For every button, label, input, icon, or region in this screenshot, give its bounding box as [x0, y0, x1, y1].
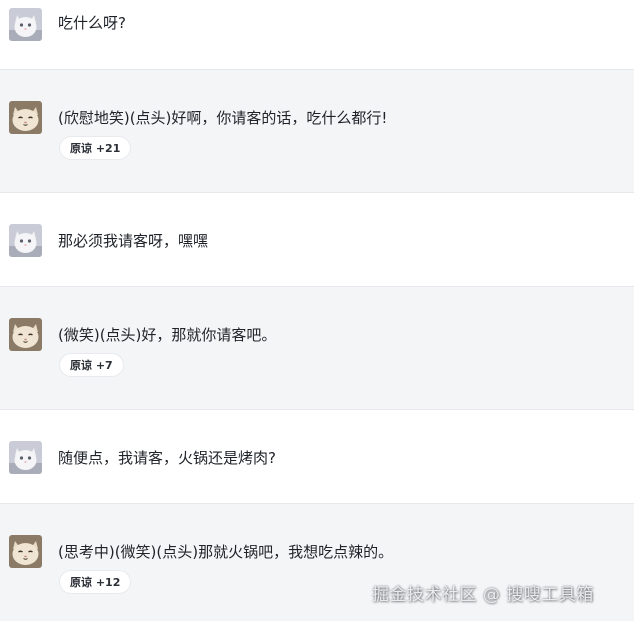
ai-avatar [9, 101, 42, 134]
cream-cat-avatar-icon [9, 318, 42, 351]
user-avatar [9, 224, 42, 257]
ai-avatar [9, 318, 42, 351]
user-message: 那必须我请客呀，嘿嘿 [0, 193, 634, 287]
user-avatar [9, 441, 42, 474]
message-text: 那必须我请客呀，嘿嘿 [58, 232, 209, 250]
forgive-score-chip: 原谅 +7 [59, 353, 124, 377]
user-message: 随便点，我请客，火锅还是烤肉? [0, 410, 634, 504]
cream-cat-avatar-icon [9, 535, 42, 568]
ai-avatar [9, 535, 42, 568]
chat-thread: 吃什么呀? (欣慰地笑)(点头)好啊，你请客的话，吃什么都行! 原谅 +21 那… [0, 0, 634, 621]
message-text: 随便点，我请客，火锅还是烤肉? [58, 449, 276, 467]
watermark: 掘金技术社区 @ 搜嗖工具箱 [372, 585, 594, 605]
message-text: (思考中)(微笑)(点头)那就火锅吧，我想吃点辣的。 [58, 543, 394, 561]
white-cat-avatar-icon [9, 8, 42, 41]
ai-message: (微笑)(点头)好，那就你请客吧。 原谅 +7 [0, 287, 634, 410]
forgive-score-chip: 原谅 +12 [59, 570, 132, 594]
message-text: 吃什么呀? [58, 14, 126, 32]
forgive-score-chip: 原谅 +21 [59, 136, 132, 160]
user-message: 吃什么呀? [0, 0, 634, 70]
cream-cat-avatar-icon [9, 101, 42, 134]
message-text: (欣慰地笑)(点头)好啊，你请客的话，吃什么都行! [58, 109, 388, 127]
white-cat-avatar-icon [9, 441, 42, 474]
user-avatar [9, 8, 42, 41]
ai-message: (欣慰地笑)(点头)好啊，你请客的话，吃什么都行! 原谅 +21 [0, 70, 634, 193]
white-cat-avatar-icon [9, 224, 42, 257]
message-text: (微笑)(点头)好，那就你请客吧。 [58, 326, 277, 344]
